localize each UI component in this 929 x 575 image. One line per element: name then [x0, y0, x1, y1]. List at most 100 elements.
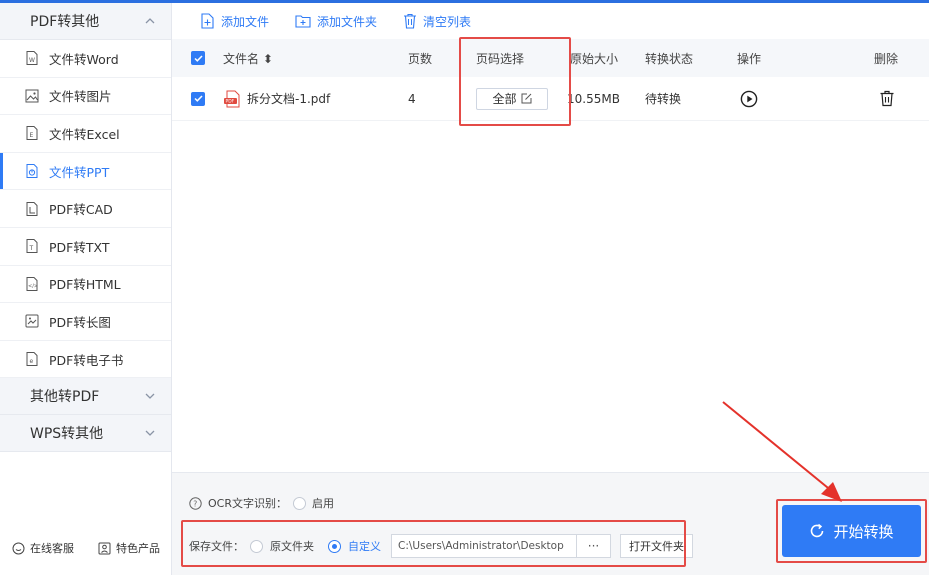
sidebar-item-ppt[interactable]: 文件转PPT: [0, 152, 171, 191]
sidebar-item-label: PDF转TXT: [49, 239, 110, 255]
clear-list-label: 清空列表: [423, 14, 472, 29]
play-button[interactable]: [740, 90, 758, 108]
save-row: 保存文件： 原文件夹 自定义 C:\Users\Administrator\De…: [189, 534, 693, 558]
txt-file-icon: T: [26, 239, 38, 254]
red-arrow-annotation: [722, 401, 842, 502]
delete-row-button[interactable]: [879, 90, 895, 107]
svg-text:W: W: [29, 57, 35, 64]
svg-text:</>: </>: [28, 283, 38, 289]
sidebar-item-txt[interactable]: T PDF转TXT: [0, 228, 171, 266]
table-row: PDF 拆分文档-1.pdf 4 全部 10.55MB 待转换: [172, 77, 929, 121]
sidebar-item-image[interactable]: 文件转图片: [0, 78, 171, 116]
select-all-checkbox[interactable]: [191, 51, 205, 65]
svg-text:T: T: [29, 245, 34, 252]
check-icon: [193, 95, 203, 102]
page-select-button[interactable]: 全部: [476, 87, 548, 110]
check-icon: [193, 54, 203, 62]
col-delete: 删除: [874, 51, 899, 66]
start-convert-button[interactable]: 开始转换: [782, 505, 921, 557]
ocr-enable-label: 启用: [311, 497, 334, 510]
sidebar-footer: 在线客服 特色产品: [0, 521, 172, 575]
browse-button[interactable]: ···: [577, 534, 611, 558]
pdf-file-icon: PDF: [224, 90, 240, 107]
group-wps-to-other[interactable]: WPS转其他: [0, 415, 171, 453]
help-icon: ?: [189, 496, 202, 510]
group-label: 其他转PDF: [30, 389, 100, 406]
start-convert-label: 开始转换: [833, 522, 894, 541]
long-image-icon: [25, 314, 39, 328]
add-file-label: 添加文件: [221, 14, 270, 29]
group-label: PDF转其他: [30, 14, 100, 30]
original-folder-label: 原文件夹: [270, 540, 314, 553]
col-pages: 页数: [408, 51, 433, 66]
sidebar-item-ebook[interactable]: e PDF转电子书: [0, 341, 171, 379]
sidebar-item-label: 文件转图片: [49, 89, 112, 105]
add-file-button[interactable]: 添加文件: [200, 13, 269, 30]
col-action: 操作: [737, 51, 762, 66]
chat-icon: [12, 542, 25, 554]
edit-icon: [521, 93, 531, 104]
row-size: 10.55MB: [567, 91, 620, 106]
custom-folder-radio[interactable]: [328, 539, 341, 553]
svg-text:PDF: PDF: [226, 98, 235, 104]
sidebar-item-label: PDF转电子书: [49, 352, 124, 368]
ocr-label: OCR文字识别：: [208, 497, 287, 510]
svg-text:E: E: [30, 132, 34, 139]
row-checkbox[interactable]: [191, 91, 205, 106]
play-icon: [740, 90, 758, 107]
save-label: 保存文件：: [189, 540, 244, 553]
col-size: 原始大小: [570, 51, 619, 66]
svg-text:?: ?: [193, 499, 197, 508]
trash-icon: [880, 90, 894, 107]
sidebar-item-long-image[interactable]: PDF转长图: [0, 303, 171, 341]
add-folder-button[interactable]: 添加文件夹: [295, 13, 377, 30]
ocr-enable-radio[interactable]: [292, 496, 306, 510]
online-support-label: 在线客服: [30, 542, 74, 555]
col-filename[interactable]: 文件名 ⬍: [223, 50, 273, 67]
row-status: 待转换: [645, 92, 682, 106]
chevron-down-icon: [143, 426, 157, 440]
sidebar-item-excel[interactable]: E 文件转Excel: [0, 115, 171, 153]
col-status: 转换状态: [645, 51, 694, 66]
filename-text: 拆分文档-1.pdf: [247, 92, 331, 106]
word-file-icon: W: [26, 51, 38, 66]
toolbar: 添加文件 添加文件夹 清空列表: [172, 3, 929, 39]
file-table: 文件名 ⬍ 页数 页码选择 原始大小 转换状态 操作 删除 PDF 拆分文档-1…: [172, 39, 929, 121]
sidebar-item-label: PDF转HTML: [49, 277, 121, 293]
ebook-file-icon: e: [26, 352, 38, 367]
original-folder-radio[interactable]: [250, 539, 263, 553]
excel-file-icon: E: [26, 126, 38, 141]
sidebar-item-label: 文件转Word: [49, 51, 119, 67]
group-pdf-to-other[interactable]: PDF转其他: [0, 3, 171, 40]
col-page-select: 页码选择: [476, 51, 525, 66]
sidebar-item-label: PDF转CAD: [49, 202, 113, 218]
cad-file-icon: [26, 201, 38, 216]
featured-products-link[interactable]: 特色产品: [98, 540, 160, 556]
sidebar-item-cad[interactable]: PDF转CAD: [0, 190, 171, 228]
sidebar-item-label: PDF转长图: [49, 314, 111, 330]
html-file-icon: </>: [26, 276, 38, 291]
ocr-row: ? OCR文字识别： 启用: [189, 495, 334, 511]
add-folder-icon: [295, 15, 311, 28]
sidebar-item-word[interactable]: W 文件转Word: [0, 40, 171, 78]
add-file-icon: [201, 13, 214, 29]
trash-icon: [404, 13, 417, 29]
sidebar-item-html[interactable]: </> PDF转HTML: [0, 266, 171, 304]
open-folder-button[interactable]: 打开文件夹: [620, 534, 693, 558]
table-header: 文件名 ⬍ 页数 页码选择 原始大小 转换状态 操作 删除: [172, 39, 929, 77]
image-file-icon: [25, 89, 39, 103]
add-folder-label: 添加文件夹: [317, 14, 378, 29]
chevron-up-icon: [143, 14, 157, 28]
chevron-down-icon: [143, 389, 157, 403]
group-other-to-pdf[interactable]: 其他转PDF: [0, 378, 171, 416]
clear-list-button[interactable]: 清空列表: [403, 13, 471, 30]
online-support-link[interactable]: 在线客服: [12, 540, 74, 556]
sidebar-item-label: 文件转Excel: [49, 126, 120, 142]
save-path-input[interactable]: C:\Users\Administrator\Desktop: [391, 534, 577, 558]
row-pages: 4: [408, 91, 416, 106]
product-icon: [98, 542, 111, 554]
row-filename: PDF 拆分文档-1.pdf: [223, 90, 330, 108]
page-select-label: 全部: [492, 92, 517, 106]
ppt-file-icon: [26, 164, 38, 179]
group-label: WPS转其他: [30, 426, 104, 443]
